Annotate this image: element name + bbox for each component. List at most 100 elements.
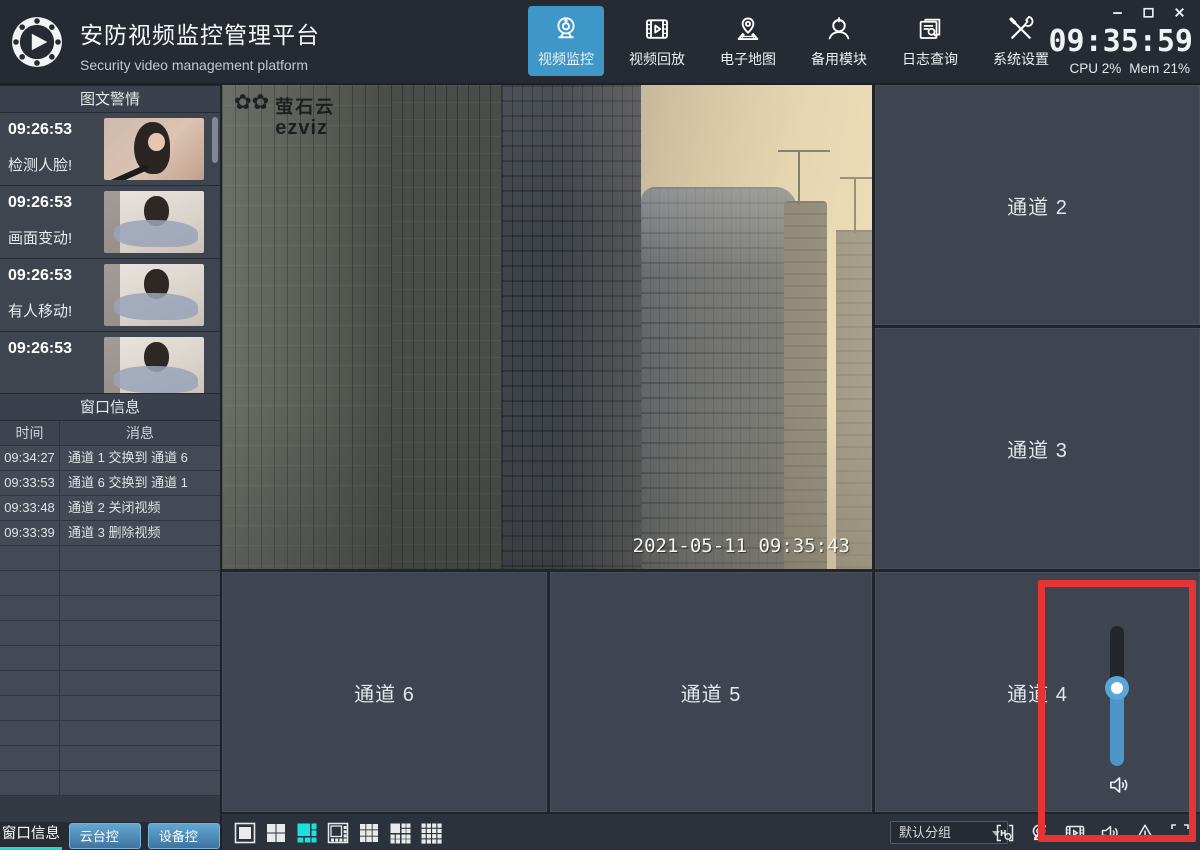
mem-usage: Mem 21% <box>1129 61 1190 76</box>
nav-label: 电子地图 <box>720 49 776 69</box>
app-logo-icon <box>10 15 64 69</box>
table-row[interactable]: 09:33:39 通道 3 删除视频 <box>0 521 220 546</box>
camera-off-icon[interactable] <box>1028 821 1052 845</box>
stream-quality-icon[interactable] <box>993 821 1017 845</box>
layout-9-window-icon[interactable] <box>358 822 380 844</box>
table-row-empty <box>0 721 220 746</box>
layout-6-window-icon[interactable] <box>296 822 318 844</box>
table-row[interactable]: 09:34:27 通道 1 交换到 通道 6 <box>0 446 220 471</box>
video-grid: ✿✿ 萤石云 ezviz 2021-05-11 09:35:43 通道 2 通道… <box>222 85 1200 812</box>
layout-1-window-icon[interactable] <box>234 822 256 844</box>
tab-ptz-control[interactable]: 云台控制 <box>69 823 141 849</box>
table-row[interactable]: 09:33:48 通道 2 关闭视频 <box>0 496 220 521</box>
cell-message: 通道 1 交换到 通道 6 <box>60 446 220 470</box>
table-row[interactable]: 09:33:53 通道 6 交换到 通道 1 <box>0 471 220 496</box>
table-row-empty <box>0 646 220 671</box>
channel-label: 通道 3 <box>1007 434 1068 463</box>
cell-message: 通道 6 交换到 通道 1 <box>60 471 220 495</box>
map-icon <box>733 14 763 44</box>
table-row-empty <box>0 571 220 596</box>
layout-16-window-icon[interactable] <box>420 822 442 844</box>
page-subtitle: Security video management platform <box>80 57 320 73</box>
cell-message: 通道 3 删除视频 <box>60 521 220 545</box>
tab-window-info[interactable]: 窗口信息 <box>0 822 62 850</box>
alert-item[interactable]: 09:26:53 画面变动! <box>0 186 220 259</box>
table-row-empty <box>0 621 220 646</box>
nav-label: 系统设置 <box>993 49 1049 69</box>
alerts-panel-title: 图文警情 <box>0 85 220 113</box>
worker-icon <box>824 14 854 44</box>
video-timestamp: 2021-05-11 09:35:43 <box>633 535 850 557</box>
nav-emap[interactable]: 电子地图 <box>710 6 786 76</box>
table-row-empty <box>0 671 220 696</box>
layout-13-window-icon[interactable] <box>389 822 411 844</box>
watermark-en: ezviz <box>275 117 335 140</box>
cell-time: 09:33:39 <box>0 521 60 545</box>
group-select-value: 默认分组 <box>891 822 1007 843</box>
alert-thumbnail[interactable] <box>104 118 204 180</box>
video-channel-5[interactable]: 通道 5 <box>550 572 872 812</box>
volume-thumb[interactable] <box>1105 676 1129 700</box>
column-header-message: 消息 <box>60 421 220 445</box>
tab-device-control[interactable]: 设备控制 <box>148 823 220 849</box>
main-nav: 视频监控 视频回放 电子地图 备用模块 日志查询 系统设置 <box>528 6 1059 76</box>
alert-time: 09:26:53 <box>8 121 72 139</box>
nav-log-query[interactable]: 日志查询 <box>892 6 968 76</box>
video-channel-4[interactable]: 通道 4 <box>875 572 1200 812</box>
page-title: 安防视频监控管理平台 <box>80 16 320 50</box>
video-channel-2[interactable]: 通道 2 <box>875 85 1200 325</box>
speaker-icon[interactable] <box>1106 772 1132 798</box>
alert-item[interactable]: 09:26:53 检测人脸! <box>0 113 220 186</box>
channel-label: 通道 4 <box>1007 678 1068 707</box>
maximize-icon[interactable] <box>1142 6 1155 19</box>
cpu-usage: CPU 2% <box>1069 61 1121 76</box>
alert-message: 画面变动! <box>8 227 72 248</box>
channel-label: 通道 5 <box>681 678 742 707</box>
table-row-empty <box>0 596 220 621</box>
alert-item[interactable]: 09:26:53 <box>0 332 220 393</box>
alert-thumbnail[interactable] <box>104 337 204 393</box>
ezviz-logo-icon: ✿✿ <box>234 93 269 140</box>
video-channel-1[interactable]: ✿✿ 萤石云 ezviz 2021-05-11 09:35:43 <box>222 85 872 569</box>
record-icon[interactable] <box>1063 821 1087 845</box>
alert-item[interactable]: 09:26:53 有人移动! <box>0 259 220 332</box>
alert-thumbnail[interactable] <box>104 191 204 253</box>
layout-8-window-icon[interactable] <box>327 822 349 844</box>
alert-message: 有人移动! <box>8 300 72 321</box>
playback-icon <box>642 14 672 44</box>
close-icon[interactable] <box>1173 6 1186 19</box>
settings-icon <box>1006 14 1036 44</box>
fullscreen-icon[interactable] <box>1168 821 1192 845</box>
video-channel-3[interactable]: 通道 3 <box>875 328 1200 569</box>
ezviz-watermark: ✿✿ 萤石云 ezviz <box>234 93 335 140</box>
table-row-empty <box>0 771 220 796</box>
minimize-icon[interactable] <box>1111 6 1124 19</box>
cell-time: 09:33:48 <box>0 496 60 520</box>
table-row-empty <box>0 746 220 771</box>
scrollbar-thumb[interactable] <box>212 117 218 163</box>
alarm-icon[interactable] <box>1133 821 1157 845</box>
volume-icon[interactable] <box>1098 821 1122 845</box>
window-info-panel-title: 窗口信息 <box>0 393 220 421</box>
layout-switcher <box>234 822 442 844</box>
nav-spare-module[interactable]: 备用模块 <box>801 6 877 76</box>
alert-time: 09:26:53 <box>8 267 72 285</box>
alert-thumbnail[interactable] <box>104 264 204 326</box>
alert-list: 09:26:53 检测人脸! 09:26:53 画面变动! 09:26:53 有… <box>0 113 220 393</box>
alert-message: 检测人脸! <box>8 154 72 175</box>
video-channel-6[interactable]: 通道 6 <box>222 572 547 812</box>
nav-video-playback[interactable]: 视频回放 <box>619 6 695 76</box>
column-header-time: 时间 <box>0 421 60 445</box>
alert-time: 09:26:53 <box>8 340 72 358</box>
log-search-icon <box>915 14 945 44</box>
layout-4-window-icon[interactable] <box>265 822 287 844</box>
nav-video-monitor[interactable]: 视频监控 <box>528 6 604 76</box>
table-row-empty <box>0 696 220 721</box>
stream-tool-icons <box>993 821 1192 845</box>
group-select-dropdown[interactable]: 默认分组 <box>890 821 1008 844</box>
system-stats: CPU 2% Mem 21% <box>1061 61 1190 76</box>
window-info-table: 时间 消息 09:34:27 通道 1 交换到 通道 6 09:33:53 通道… <box>0 421 220 796</box>
cell-time: 09:33:53 <box>0 471 60 495</box>
nav-label: 视频回放 <box>629 49 685 69</box>
digital-clock: 09:35:59 <box>1049 24 1194 59</box>
